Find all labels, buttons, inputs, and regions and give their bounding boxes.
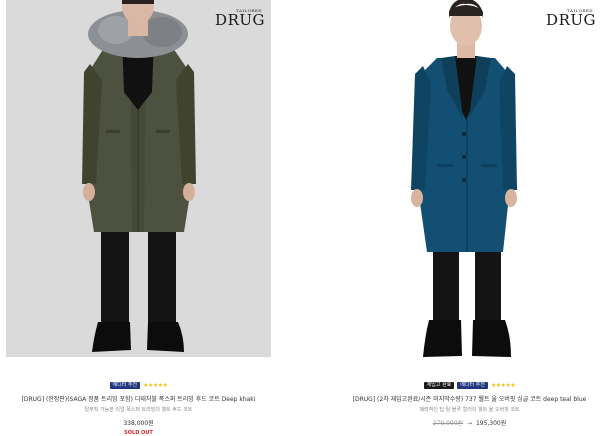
product-title[interactable]: [DRUG] (한정판)(SAGA 정품 트리밍 포함) 디태처블 폭스퍼 트리… [6,394,271,403]
rating-stars: ★★★★★ [490,381,516,389]
product-photo-teal-coat [411,0,517,357]
badge-row: 재입고 완료 에디터 추천 ★★★★★ [337,381,602,389]
brand-logo: TAILORED DRUG [546,8,596,29]
sold-out-label: SOLD OUT [124,430,153,436]
product-title[interactable]: [DRUG] (2차 재입고완료/시즌 마지막수량) 737 웰트 울 오버핏 … [337,394,602,403]
product-info: 에디터 추천 ★★★★★ [DRUG] (한정판)(SAGA 정품 트리밍 포함… [6,381,271,436]
product-image[interactable]: TAILORED DRUG [6,0,271,357]
product-subtitle: 매력적인 딥 틸 블루 컬러의 웰트 울 오버핏 코트 [419,407,520,413]
sale-price: 195,300원 [475,420,507,427]
product-info: 재입고 완료 에디터 추천 ★★★★★ [DRUG] (2차 재입고완료/시즌 … [337,381,602,427]
product-subtitle: 탈부착 가능한 리얼 폭스퍼 트리밍의 웰트 후드 코트 [84,407,193,413]
rating-stars: ★★★★★ [143,381,168,389]
brand-name: DRUG [546,11,596,29]
product-price: 338,000원 [123,420,154,427]
restocked-badge: 재입고 완료 [423,381,455,389]
brand-name: DRUG [215,11,265,29]
arrow-right-icon: → [466,420,473,427]
product-card[interactable]: TAILORED DRUG 재입고 완료 에디터 추천 ★★★★★ [DRUG]… [337,0,602,427]
editor-pick-badge: 에디터 추천 [457,381,488,389]
product-card[interactable]: TAILORED DRUG 에디터 추천 ★★★★★ [DRUG] (한정판)(… [6,0,271,436]
original-price: 279,000원 [432,420,464,427]
price-row: 279,000원 → 195,300원 [337,418,602,427]
editor-pick-badge: 에디터 추천 [109,381,141,389]
product-photo-fur-hood-coat [82,0,196,352]
badge-row: 에디터 추천 ★★★★★ [6,381,271,389]
product-image[interactable]: TAILORED DRUG [337,0,602,357]
brand-logo: TAILORED DRUG [215,8,265,29]
